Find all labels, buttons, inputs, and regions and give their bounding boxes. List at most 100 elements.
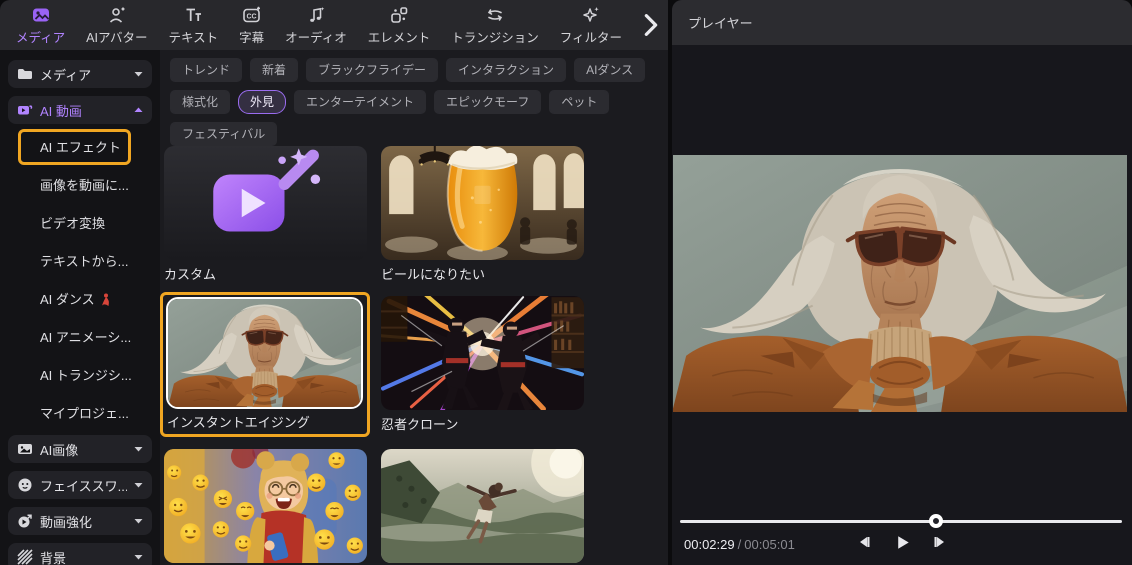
- next-frame-button[interactable]: [932, 534, 948, 550]
- seek-bar[interactable]: [680, 514, 1122, 528]
- sidebar-item-label: AI ダンス: [40, 292, 95, 307]
- face-swap-icon: [18, 478, 32, 492]
- filter-chip-interaction[interactable]: インタラクション: [446, 58, 567, 82]
- music-note-icon: [310, 6, 325, 22]
- highlight-box-instant-aging: インスタントエイジング: [160, 292, 370, 437]
- sidebar-section-media[interactable]: メディア: [8, 60, 152, 88]
- effect-card-label: インスタントエイジング: [167, 415, 310, 430]
- sidebar-section-face-swap[interactable]: フェイススワ...: [8, 471, 152, 499]
- sidebar-item-image-to-video[interactable]: 画像を動画に...: [0, 167, 160, 205]
- time-display: 00:02:29/00:05:01: [684, 537, 795, 552]
- sidebar-section-ai-image[interactable]: AI画像: [8, 435, 152, 463]
- toolbar-tab-label: フィルター: [559, 30, 623, 45]
- ai-video-submenu: AI エフェクト 画像を動画に... ビデオ変換 テキストから... AI ダン…: [0, 129, 160, 433]
- chevron-down-icon: [134, 555, 143, 560]
- sidebar-section-video-enhance[interactable]: 動画強化: [8, 507, 152, 535]
- toolbar-tab-filters[interactable]: フィルター: [560, 5, 622, 46]
- sidebar-item-label: テキストから...: [40, 254, 129, 269]
- sidebar-section-background[interactable]: 背景: [8, 543, 152, 565]
- filter-chips: トレンド 新着 ブラックフライデー インタラクション AIダンス 様式化 外見 …: [170, 58, 662, 146]
- transition-arrows-icon: [487, 8, 503, 21]
- filter-chip-black-friday[interactable]: ブラックフライデー: [306, 58, 439, 82]
- filter-chip-new[interactable]: 新着: [250, 58, 299, 82]
- image-icon: [18, 444, 32, 454]
- chevron-down-icon: [134, 72, 143, 77]
- previous-frame-icon: [860, 537, 870, 547]
- sidebar-item-video-convert[interactable]: ビデオ変換: [0, 205, 160, 243]
- previous-frame-button[interactable]: [856, 534, 872, 550]
- toolbar-tab-subtitles[interactable]: CC 字幕: [239, 5, 264, 46]
- effects-panel: トレンド 新着 ブラックフライデー インタラクション AIダンス 様式化 外見 …: [160, 50, 668, 565]
- toolbar-tab-label: オーディオ: [285, 30, 347, 45]
- toolbar-tab-label: エレメント: [367, 30, 431, 45]
- filter-chip-stylize[interactable]: 様式化: [170, 90, 231, 114]
- toolbar-tab-media[interactable]: メディア: [16, 5, 65, 46]
- play-button[interactable]: [894, 534, 910, 550]
- sidebar-item-my-projects[interactable]: マイプロジェ...: [0, 395, 160, 433]
- chevron-right-icon[interactable]: [640, 13, 662, 37]
- sidebar-section-label: メディア: [40, 67, 92, 83]
- sidebar-item-ai-dance[interactable]: AI ダンス: [0, 281, 160, 319]
- toolbar-tab-audio[interactable]: オーディオ: [285, 5, 347, 46]
- toolbar-tab-elements[interactable]: エレメント: [367, 5, 431, 46]
- ai-video-icon: [18, 105, 33, 115]
- filter-chip-appearance[interactable]: 外見: [238, 90, 287, 114]
- effect-card-emoji: [164, 449, 367, 563]
- toolbar-tab-text[interactable]: テキスト: [168, 5, 218, 46]
- effect-thumbnail[interactable]: [381, 296, 584, 410]
- effect-thumbnail[interactable]: [381, 146, 584, 260]
- sidebar-section-label: 背景: [40, 550, 67, 565]
- sidebar-item-ai-effects[interactable]: AI エフェクト: [0, 129, 160, 167]
- sidebar-section-label: フェイススワ...: [40, 478, 127, 494]
- video-preview[interactable]: [673, 155, 1127, 412]
- effect-card-label: 忍者クローン: [381, 417, 459, 432]
- left-region: メディア AIアバター テキスト CC 字幕 オーディオ エレメント トランジシ…: [0, 0, 668, 565]
- player-panel: プレイヤー 00:02:29/00:05:01: [672, 0, 1132, 565]
- effect-thumbnail[interactable]: [164, 146, 367, 260]
- top-toolbar: メディア AIアバター テキスト CC 字幕 オーディオ エレメント トランジシ…: [0, 0, 668, 50]
- sidebar-item-label: 画像を動画に...: [40, 178, 129, 193]
- effect-thumbnail-selected[interactable]: [166, 297, 363, 409]
- effect-thumbnail[interactable]: [381, 449, 584, 563]
- sidebar-section-label: 動画強化: [40, 514, 93, 530]
- custom-effect-icon: [164, 146, 367, 260]
- filter-chip-epic-morph[interactable]: エピックモーフ: [434, 90, 542, 114]
- filter-chip-trend[interactable]: トレンド: [170, 58, 243, 82]
- player-title: プレイヤー: [688, 16, 753, 31]
- toolbar-tab-ai-avatar[interactable]: AIアバター: [86, 5, 147, 46]
- chevron-down-icon: [134, 447, 143, 452]
- elements-icon: [391, 6, 408, 23]
- filter-chip-festival[interactable]: フェスティバル: [170, 122, 278, 146]
- dancer-emoji-icon: [101, 293, 109, 306]
- effect-card-label: ビールになりたい: [381, 267, 486, 282]
- avatar-icon: [109, 7, 125, 23]
- effect-card-flying: [381, 449, 584, 563]
- toolbar-tab-label: トランジション: [451, 30, 539, 45]
- sidebar-section-label: AI 動画: [40, 103, 82, 119]
- sidebar-section-ai-video[interactable]: AI 動画: [8, 96, 152, 124]
- time-separator: /: [737, 537, 742, 552]
- total-time: 00:05:01: [744, 537, 795, 552]
- sidebar-item-label: ビデオ変換: [40, 216, 106, 231]
- toolbar-tab-transitions[interactable]: トランジション: [451, 5, 539, 46]
- filter-chip-entertainment[interactable]: エンターテイメント: [294, 90, 427, 114]
- seek-handle[interactable]: [929, 514, 944, 528]
- sidebar-item-text-to[interactable]: テキストから...: [0, 243, 160, 281]
- stripes-icon: [17, 549, 33, 565]
- filter-chip-ai-dance[interactable]: AIダンス: [574, 58, 646, 82]
- sidebar-item-ai-animation[interactable]: AI アニメーシ...: [0, 319, 160, 357]
- enhance-icon: [18, 514, 32, 528]
- folder-icon: [18, 69, 32, 79]
- effect-card-beer: ビールになりたい: [381, 146, 584, 283]
- player-header: プレイヤー: [672, 0, 1132, 45]
- sidebar-item-ai-transition[interactable]: AI トランジシ...: [0, 357, 160, 395]
- chevron-up-icon: [134, 107, 143, 112]
- sidebar-item-label: AI エフェクト: [40, 140, 121, 155]
- playback-controls: [856, 534, 948, 550]
- sparkle-icon: [583, 6, 599, 22]
- toolbar-tab-label: テキスト: [168, 30, 219, 45]
- sidebar-item-label: AI トランジシ...: [40, 368, 132, 383]
- filter-chip-pet[interactable]: ペット: [549, 90, 610, 114]
- current-time: 00:02:29: [684, 537, 735, 552]
- effect-thumbnail[interactable]: [164, 449, 367, 563]
